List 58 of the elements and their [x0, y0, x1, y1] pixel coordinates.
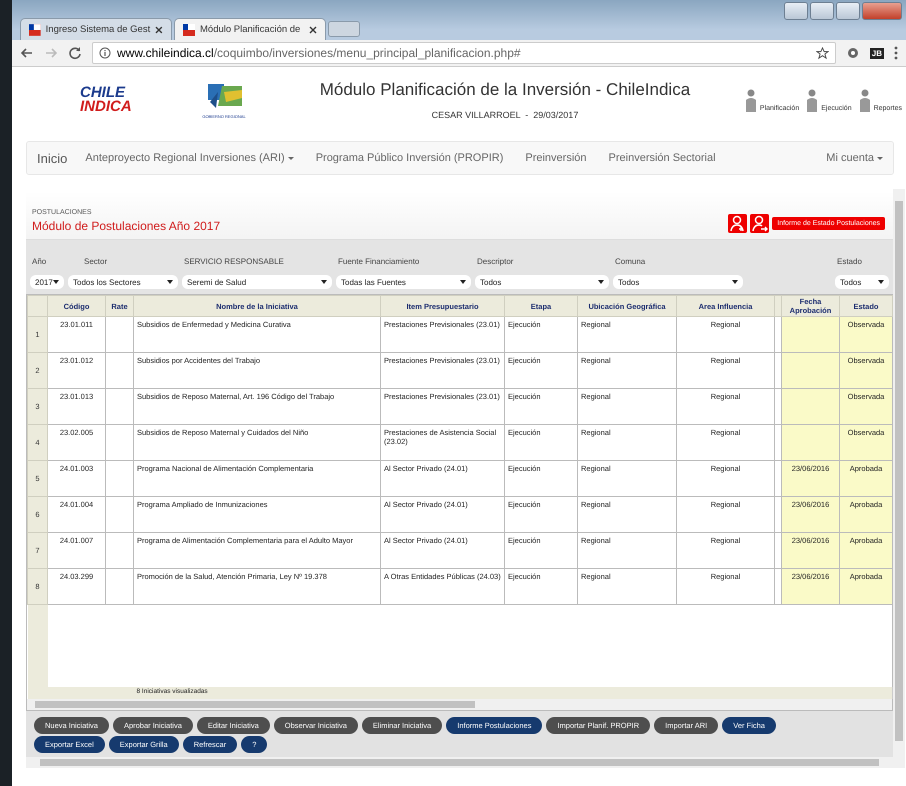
- caret-icon: [877, 156, 883, 160]
- close-button[interactable]: [862, 2, 902, 20]
- filter-dropdown[interactable]: Todos: [475, 275, 609, 289]
- address-bar[interactable]: www.chileindica.cl/coquimbo/inversiones/menu_principal_planificacion.php#: [92, 42, 836, 64]
- star-icon[interactable]: [816, 46, 829, 60]
- url-text: www.chileindica.cl/coquimbo/inversiones/menu_principal_planificacion.php#: [117, 46, 522, 60]
- person-up-icon[interactable]: [728, 214, 748, 233]
- nav-menu-item[interactable]: Anteproyecto Regional Inversiones (ARI): [85, 152, 294, 164]
- filter-dropdown[interactable]: Todos los Sectores: [68, 275, 178, 289]
- nav-menu-item[interactable]: Preinversión Sectorial: [608, 152, 716, 164]
- gear-icon[interactable]: [846, 46, 860, 60]
- filter-label: Sector: [83, 257, 108, 266]
- home-link[interactable]: Inicio: [37, 150, 68, 166]
- info-icon: [99, 47, 111, 59]
- flag-icon: [183, 24, 195, 36]
- person-icon: [858, 88, 872, 112]
- filter-label: Comuna: [614, 257, 646, 266]
- back-icon[interactable]: [20, 46, 34, 60]
- filter-label: Año: [31, 257, 48, 266]
- menu-icon[interactable]: [894, 46, 898, 60]
- filter-dropdown[interactable]: Todos: [835, 275, 889, 289]
- browser-tab[interactable]: Módulo Planificación de: [174, 18, 326, 40]
- filter-dropdown[interactable]: Seremi de Salud: [182, 275, 332, 289]
- filter-dropdown[interactable]: Todas las Fuentes: [336, 275, 471, 289]
- flag-icon: [29, 24, 41, 36]
- horizontal-scrollbar[interactable]: [27, 699, 892, 710]
- caret-icon: [288, 156, 294, 160]
- maximize-button[interactable]: [836, 2, 860, 20]
- dropdown-arrow-icon: [598, 280, 604, 284]
- filter-label: Fuente Financiamiento: [337, 257, 420, 266]
- user-date: CESAR VILLARROEL - 29/03/2017: [432, 110, 578, 120]
- chileindica-logo: CHILE INDICA: [80, 86, 133, 114]
- filter-label: SERVICIO RESPONSABLE: [183, 257, 285, 266]
- browser-tab[interactable]: Ingreso Sistema de Gest: [20, 18, 172, 40]
- dropdown-arrow-icon: [321, 280, 327, 284]
- filter-label: Estado: [836, 257, 863, 266]
- filter-label: Descriptor: [476, 257, 514, 266]
- dropdown-arrow-icon: [167, 280, 173, 284]
- filter-dropdown[interactable]: Todos: [613, 275, 743, 289]
- horizontal-scrollbar[interactable]: [26, 757, 893, 768]
- page-title: Módulo Planificación de la Inversión - ChileIndica: [320, 80, 690, 100]
- nav-menu-item[interactable]: Preinversión: [525, 152, 587, 164]
- nav-menu-item[interactable]: Programa Público Inversión (PROPIR): [316, 152, 504, 164]
- minimize-button[interactable]: [810, 2, 834, 20]
- close-icon[interactable]: [155, 26, 163, 34]
- person-icon: [744, 88, 758, 112]
- dropdown-arrow-icon: [53, 280, 59, 284]
- dropdown-arrow-icon: [460, 280, 466, 284]
- module-title: Módulo de Postulaciones Año 2017: [32, 219, 220, 233]
- close-icon[interactable]: [309, 26, 317, 34]
- person-icon: [805, 88, 820, 112]
- extension-button[interactable]: JB: [870, 48, 884, 58]
- reload-icon[interactable]: [68, 46, 82, 60]
- filter-dropdown[interactable]: 2017: [30, 275, 64, 289]
- dropdown-arrow-icon: [878, 280, 884, 284]
- vertical-scrollbar[interactable]: [893, 189, 905, 768]
- account-menu[interactable]: Mi cuenta: [826, 152, 883, 164]
- dropdown-arrow-icon: [732, 280, 738, 284]
